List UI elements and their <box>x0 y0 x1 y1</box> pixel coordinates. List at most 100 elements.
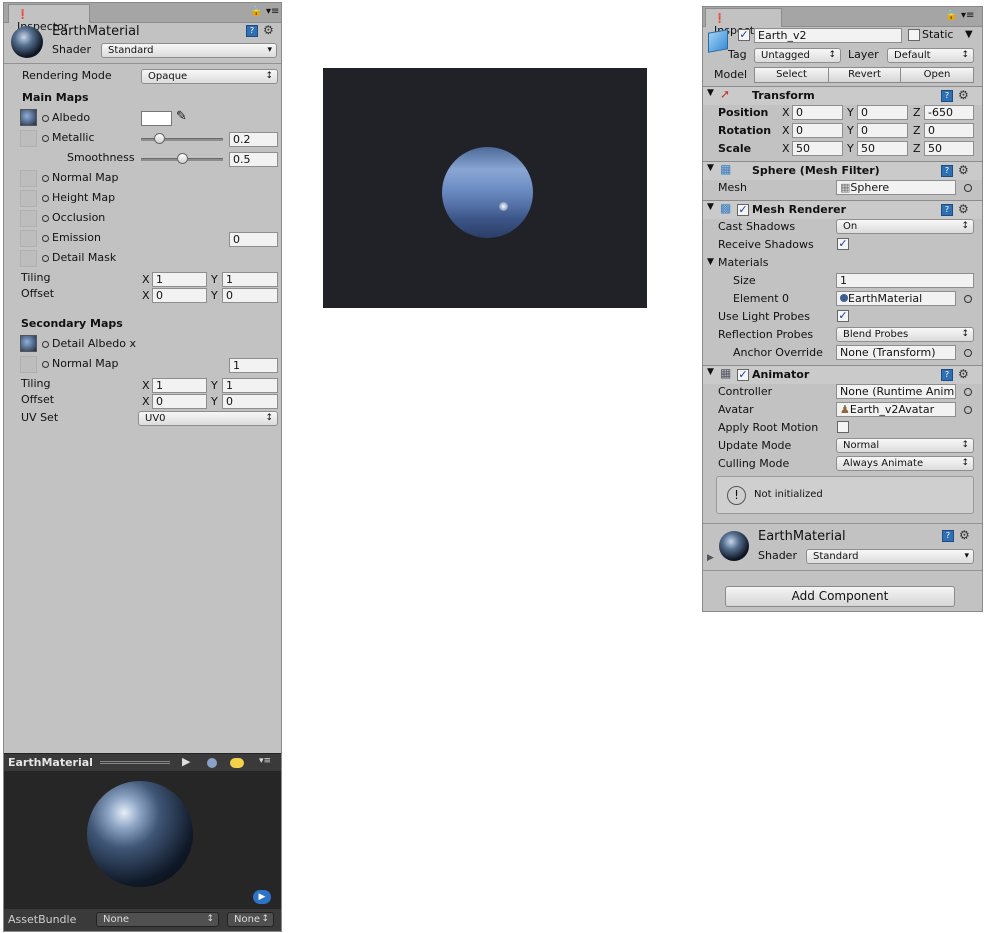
tiling-y-field[interactable]: 1 <box>222 272 278 287</box>
object-picker-icon[interactable] <box>964 406 972 414</box>
secondary-tiling-x-field[interactable]: 1 <box>152 378 207 393</box>
lock-icon[interactable]: 🔒 <box>945 10 957 21</box>
element0-object-field[interactable]: EarthMaterial <box>836 291 956 306</box>
materials-foldout-arrow[interactable]: ▼ <box>707 257 714 267</box>
object-name-field[interactable]: Earth_v2 <box>754 28 902 43</box>
object-picker-icon[interactable] <box>42 255 49 262</box>
cast-shadows-dropdown[interactable]: On ↕ <box>836 219 974 234</box>
help-book-icon[interactable]: ? <box>941 165 953 177</box>
model-open-button[interactable]: Open <box>900 67 974 83</box>
anchor-override-field[interactable]: None (Transform) <box>836 345 956 360</box>
metallic-value-field[interactable]: 0.2 <box>229 132 278 147</box>
metallic-texture-slot[interactable] <box>20 130 37 147</box>
object-picker-icon[interactable] <box>42 135 49 142</box>
apply-root-motion-checkbox[interactable] <box>837 421 849 433</box>
scale-z-field[interactable]: 50 <box>924 141 974 156</box>
help-book-icon[interactable]: ? <box>246 25 258 37</box>
earth-sphere[interactable] <box>442 147 533 238</box>
controller-field[interactable]: None (Runtime Anim <box>836 384 956 399</box>
avatar-field[interactable]: ♟Earth_v2Avatar <box>836 402 956 417</box>
object-picker-icon[interactable] <box>42 115 49 122</box>
tiling-x-field[interactable]: 1 <box>152 272 207 287</box>
object-picker-icon[interactable] <box>964 388 972 396</box>
mesh-renderer-enabled-checkbox[interactable]: ✓ <box>737 204 749 216</box>
shader-dropdown[interactable]: Standard ▾ <box>806 549 974 564</box>
animator-enabled-checkbox[interactable]: ✓ <box>737 369 749 381</box>
gear-icon[interactable]: ⚙ <box>958 88 969 102</box>
help-book-icon[interactable]: ? <box>942 530 954 542</box>
tag-dropdown[interactable]: Untagged ↕ <box>754 48 841 63</box>
culling-mode-dropdown[interactable]: Always Animate ↕ <box>836 456 974 471</box>
scale-x-field[interactable]: 50 <box>792 141 843 156</box>
emission-value-field[interactable]: 0 <box>229 232 278 247</box>
gear-icon[interactable]: ⚙ <box>958 163 969 177</box>
rotation-z-field[interactable]: 0 <box>924 123 974 138</box>
model-select-button[interactable]: Select <box>754 67 829 83</box>
layer-dropdown[interactable]: Default ↕ <box>887 48 974 63</box>
mesh-object-field[interactable]: ▦Sphere <box>836 180 956 195</box>
mesh-renderer-header[interactable]: ▼ ▩ ✓ Mesh Renderer ? ⚙ <box>703 200 982 219</box>
menu-icon[interactable]: ▾≡ <box>961 10 974 21</box>
object-picker-icon[interactable] <box>42 175 49 182</box>
scene-view[interactable] <box>323 68 647 308</box>
asset-label-icon[interactable]: ▶ <box>253 890 271 904</box>
add-component-button[interactable]: Add Component <box>725 586 955 607</box>
material-foldout-arrow[interactable]: ▶ <box>707 553 714 563</box>
object-picker-icon[interactable] <box>42 195 49 202</box>
sphere-preview-icon[interactable] <box>207 758 217 768</box>
foldout-arrow-icon[interactable]: ▼ <box>707 163 714 173</box>
eyedropper-icon[interactable]: ✎ <box>176 109 187 124</box>
tab-inspector[interactable]: ❗ Inspector <box>705 8 782 37</box>
foldout-arrow-icon[interactable]: ▼ <box>707 367 714 377</box>
lock-icon[interactable]: 🔒 <box>250 6 262 17</box>
help-book-icon[interactable]: ? <box>941 204 953 216</box>
object-picker-icon[interactable] <box>42 215 49 222</box>
object-picker-icon[interactable] <box>42 361 49 368</box>
height-map-slot[interactable] <box>20 190 37 207</box>
secondary-offset-y-field[interactable]: 0 <box>222 394 278 409</box>
object-picker-icon[interactable] <box>964 295 972 303</box>
rendering-mode-dropdown[interactable]: Opaque ↕ <box>141 69 278 84</box>
mesh-filter-header[interactable]: ▼ ▦ Sphere (Mesh Filter) ? ⚙ <box>703 161 982 180</box>
reflection-probes-dropdown[interactable]: Blend Probes ↕ <box>836 327 974 342</box>
receive-shadows-checkbox[interactable]: ✓ <box>837 238 849 250</box>
help-book-icon[interactable]: ? <box>941 90 953 102</box>
gear-icon[interactable]: ⚙ <box>958 202 969 216</box>
use-light-probes-checkbox[interactable]: ✓ <box>837 310 849 322</box>
secondary-normal-map-slot[interactable] <box>20 356 37 373</box>
assetbundle-dropdown[interactable]: None ↕ <box>96 912 219 927</box>
detail-mask-slot[interactable] <box>20 250 37 267</box>
materials-size-field[interactable]: 1 <box>836 273 974 288</box>
occlusion-slot[interactable] <box>20 210 37 227</box>
transform-header[interactable]: ▼ ➚ Transform ? ⚙ <box>703 86 982 105</box>
gear-icon[interactable]: ⚙ <box>958 367 969 381</box>
position-z-field[interactable]: -650 <box>924 105 974 120</box>
menu-icon[interactable]: ▾≡ <box>259 756 271 766</box>
scale-y-field[interactable]: 50 <box>857 141 908 156</box>
static-dropdown-icon[interactable]: ▼ <box>965 29 973 40</box>
offset-y-field[interactable]: 0 <box>222 288 278 303</box>
model-revert-button[interactable]: Revert <box>828 67 901 83</box>
help-book-icon[interactable]: ? <box>941 369 953 381</box>
rotation-x-field[interactable]: 0 <box>792 123 843 138</box>
position-x-field[interactable]: 0 <box>792 105 843 120</box>
update-mode-dropdown[interactable]: Normal ↕ <box>836 438 974 453</box>
lighting-toggle-icon[interactable] <box>230 758 244 768</box>
play-icon[interactable]: ▶ <box>182 755 190 768</box>
animator-header[interactable]: ▼ ▦ ✓ Animator ? ⚙ <box>703 365 982 384</box>
secondary-offset-x-field[interactable]: 0 <box>152 394 207 409</box>
menu-icon[interactable]: ▾≡ <box>266 6 279 17</box>
static-checkbox[interactable] <box>908 29 920 41</box>
emission-slot[interactable] <box>20 230 37 247</box>
object-picker-icon[interactable] <box>964 349 972 357</box>
metallic-slider-thumb[interactable] <box>154 133 165 144</box>
albedo-texture-slot[interactable] <box>20 109 37 126</box>
object-picker-icon[interactable] <box>42 235 49 242</box>
object-picker-icon[interactable] <box>42 341 49 348</box>
tab-inspector[interactable]: ❗ Inspector <box>8 4 90 33</box>
smoothness-value-field[interactable]: 0.5 <box>229 152 278 167</box>
gear-icon[interactable]: ⚙ <box>959 528 970 542</box>
position-y-field[interactable]: 0 <box>857 105 908 120</box>
albedo-color-swatch[interactable] <box>141 111 172 126</box>
object-picker-icon[interactable] <box>964 184 972 192</box>
